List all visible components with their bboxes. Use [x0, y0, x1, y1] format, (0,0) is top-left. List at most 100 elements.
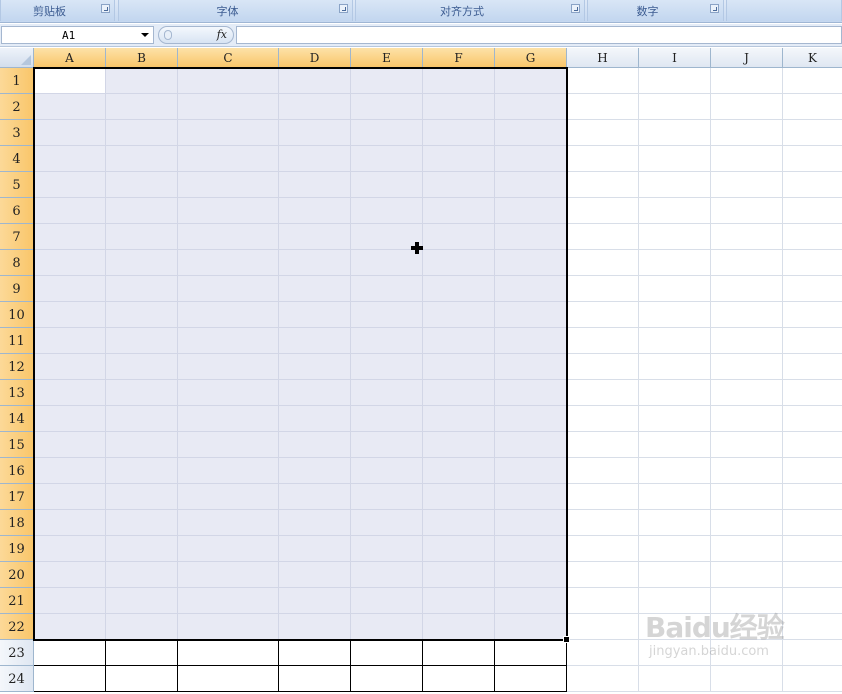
cell-b24[interactable]: [106, 666, 178, 692]
cell-j20[interactable]: [711, 562, 783, 588]
row-header-10[interactable]: 10: [0, 302, 34, 328]
cell-e18[interactable]: [351, 510, 423, 536]
cell-c24[interactable]: [178, 666, 279, 692]
cell-j15[interactable]: [711, 432, 783, 458]
cell-b11[interactable]: [106, 328, 178, 354]
cell-h13[interactable]: [567, 380, 639, 406]
cell-d22[interactable]: [279, 614, 351, 640]
cell-d8[interactable]: [279, 250, 351, 276]
cell-b14[interactable]: [106, 406, 178, 432]
cell-b3[interactable]: [106, 120, 178, 146]
column-header-j[interactable]: J: [711, 48, 783, 68]
cell-e1[interactable]: [351, 68, 423, 94]
cell-h19[interactable]: [567, 536, 639, 562]
cell-f17[interactable]: [423, 484, 495, 510]
dialog-launcher-icon[interactable]: [710, 4, 719, 13]
cell-d20[interactable]: [279, 562, 351, 588]
cell-f23[interactable]: [423, 640, 495, 666]
cell-i10[interactable]: [639, 302, 711, 328]
cell-b2[interactable]: [106, 94, 178, 120]
cell-b20[interactable]: [106, 562, 178, 588]
cell-h2[interactable]: [567, 94, 639, 120]
cell-f5[interactable]: [423, 172, 495, 198]
cell-c7[interactable]: [178, 224, 279, 250]
cell-k16[interactable]: [783, 458, 842, 484]
cell-h23[interactable]: [567, 640, 639, 666]
cell-h5[interactable]: [567, 172, 639, 198]
cell-c10[interactable]: [178, 302, 279, 328]
cell-g16[interactable]: [495, 458, 567, 484]
cell-b18[interactable]: [106, 510, 178, 536]
cell-k8[interactable]: [783, 250, 842, 276]
cell-e10[interactable]: [351, 302, 423, 328]
cell-d14[interactable]: [279, 406, 351, 432]
cell-b16[interactable]: [106, 458, 178, 484]
cell-d15[interactable]: [279, 432, 351, 458]
column-header-h[interactable]: H: [567, 48, 639, 68]
row-header-4[interactable]: 4: [0, 146, 34, 172]
cell-e23[interactable]: [351, 640, 423, 666]
cell-g7[interactable]: [495, 224, 567, 250]
cell-j8[interactable]: [711, 250, 783, 276]
cell-k18[interactable]: [783, 510, 842, 536]
cell-k5[interactable]: [783, 172, 842, 198]
cell-b23[interactable]: [106, 640, 178, 666]
cell-a8[interactable]: [34, 250, 106, 276]
cell-c23[interactable]: [178, 640, 279, 666]
cell-e20[interactable]: [351, 562, 423, 588]
cell-i6[interactable]: [639, 198, 711, 224]
cell-i17[interactable]: [639, 484, 711, 510]
row-header-6[interactable]: 6: [0, 198, 34, 224]
column-header-a[interactable]: A: [34, 48, 106, 68]
cell-k7[interactable]: [783, 224, 842, 250]
cell-i9[interactable]: [639, 276, 711, 302]
cell-c21[interactable]: [178, 588, 279, 614]
cell-c8[interactable]: [178, 250, 279, 276]
cell-c3[interactable]: [178, 120, 279, 146]
cell-f7[interactable]: [423, 224, 495, 250]
cell-d6[interactable]: [279, 198, 351, 224]
cell-b13[interactable]: [106, 380, 178, 406]
cell-j17[interactable]: [711, 484, 783, 510]
cell-f20[interactable]: [423, 562, 495, 588]
cell-i3[interactable]: [639, 120, 711, 146]
cell-h6[interactable]: [567, 198, 639, 224]
cell-a5[interactable]: [34, 172, 106, 198]
cell-e3[interactable]: [351, 120, 423, 146]
cell-g19[interactable]: [495, 536, 567, 562]
cell-e12[interactable]: [351, 354, 423, 380]
cell-d1[interactable]: [279, 68, 351, 94]
cell-f12[interactable]: [423, 354, 495, 380]
cell-e5[interactable]: [351, 172, 423, 198]
cell-i13[interactable]: [639, 380, 711, 406]
cell-i15[interactable]: [639, 432, 711, 458]
cell-h4[interactable]: [567, 146, 639, 172]
row-header-9[interactable]: 9: [0, 276, 34, 302]
cell-g12[interactable]: [495, 354, 567, 380]
cell-a17[interactable]: [34, 484, 106, 510]
column-header-g[interactable]: G: [495, 48, 567, 68]
cell-d23[interactable]: [279, 640, 351, 666]
cell-e19[interactable]: [351, 536, 423, 562]
cell-e2[interactable]: [351, 94, 423, 120]
cell-h8[interactable]: [567, 250, 639, 276]
cell-d16[interactable]: [279, 458, 351, 484]
cell-e9[interactable]: [351, 276, 423, 302]
cell-g4[interactable]: [495, 146, 567, 172]
cell-d7[interactable]: [279, 224, 351, 250]
cell-f9[interactable]: [423, 276, 495, 302]
row-header-24[interactable]: 24: [0, 666, 34, 692]
cell-i19[interactable]: [639, 536, 711, 562]
dialog-launcher-icon[interactable]: [571, 4, 580, 13]
cell-g21[interactable]: [495, 588, 567, 614]
cell-k10[interactable]: [783, 302, 842, 328]
cell-h18[interactable]: [567, 510, 639, 536]
cell-e4[interactable]: [351, 146, 423, 172]
cell-e16[interactable]: [351, 458, 423, 484]
row-header-19[interactable]: 19: [0, 536, 34, 562]
cell-a21[interactable]: [34, 588, 106, 614]
cell-e17[interactable]: [351, 484, 423, 510]
cell-b22[interactable]: [106, 614, 178, 640]
cell-d17[interactable]: [279, 484, 351, 510]
cell-a19[interactable]: [34, 536, 106, 562]
